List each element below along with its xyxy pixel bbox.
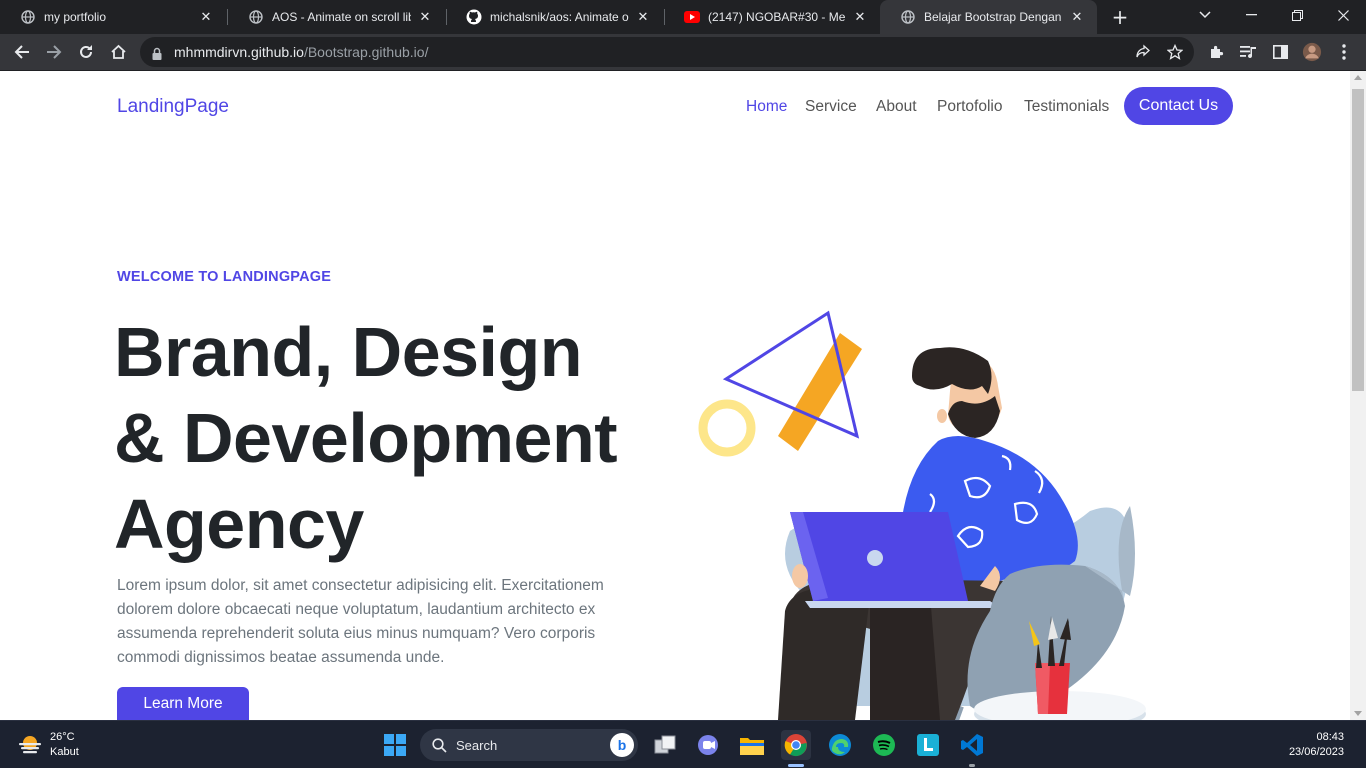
weather-temperature: 26°C — [50, 731, 75, 743]
share-icon[interactable] — [1134, 43, 1152, 61]
address-bar[interactable]: mhmmdirvn.github.io/Bootstrap.github.io/ — [140, 37, 1194, 67]
fog-sun-icon — [19, 736, 41, 754]
search-label: Search — [456, 737, 498, 753]
browser-toolbar: mhmmdirvn.github.io/Bootstrap.github.io/ — [0, 34, 1366, 71]
tab-aos-library[interactable]: AOS - Animate on scroll library ✕ — [228, 0, 445, 34]
tab-search-chevron-icon[interactable] — [1182, 0, 1228, 30]
contact-us-button[interactable]: Contact Us — [1124, 87, 1233, 125]
vscode-running-indicator — [969, 764, 975, 767]
minimize-button[interactable] — [1228, 0, 1274, 30]
nav-link-testimonials[interactable]: Testimonials — [1024, 98, 1109, 116]
extensions-puzzle-icon[interactable] — [1206, 42, 1226, 62]
teams-chat-icon[interactable] — [693, 730, 723, 760]
more-menu-icon[interactable] — [1334, 42, 1354, 62]
file-explorer-icon[interactable] — [737, 730, 767, 760]
url-text[interactable]: mhmmdirvn.github.io/Bootstrap.github.io/ — [174, 44, 428, 60]
system-clock[interactable]: 08:43 23/06/2023 — [1289, 730, 1344, 760]
nav-link-about[interactable]: About — [876, 98, 917, 116]
close-tab-icon[interactable]: ✕ — [852, 9, 868, 25]
close-window-button[interactable] — [1320, 0, 1366, 30]
task-view-icon[interactable] — [650, 730, 680, 760]
weather-widget[interactable]: 26°C Kabut — [18, 730, 79, 760]
weather-description: Kabut — [50, 746, 79, 758]
scrollbar-thumb[interactable] — [1352, 89, 1364, 391]
browser-tab-strip: my portfolio ✕ AOS - Animate on scroll l… — [0, 0, 1366, 34]
tab-title: AOS - Animate on scroll library — [272, 10, 411, 24]
new-tab-button[interactable]: + — [1108, 5, 1132, 29]
close-tab-icon[interactable]: ✕ — [198, 9, 214, 25]
page-scrollbar[interactable] — [1350, 71, 1366, 720]
search-icon — [432, 737, 447, 753]
tab-belajar-bootstrap[interactable]: Belajar Bootstrap Dengan Studi Kasus ✕ — [880, 0, 1097, 34]
decor-ring — [698, 399, 756, 457]
windows-taskbar: 26°C Kabut Search b 08:43 23/06/2023 — [0, 720, 1366, 768]
windows-start-button[interactable] — [380, 730, 410, 760]
close-tab-icon[interactable]: ✕ — [417, 9, 433, 25]
arrow-left-icon — [14, 45, 29, 59]
edge-icon[interactable] — [825, 730, 855, 760]
profile-avatar-icon[interactable] — [1302, 42, 1322, 62]
tab-title: (2147) NGOBAR#30 - Membuat — [708, 10, 846, 24]
scroll-up-icon[interactable] — [1354, 75, 1362, 80]
nav-link-portofolio[interactable]: Portofolio — [937, 98, 1002, 116]
hero-description: Lorem ipsum dolor, sit amet consectetur … — [117, 577, 604, 666]
restore-button[interactable] — [1274, 0, 1320, 30]
web-page-viewport: LandingPage Home Service About Portofoli… — [0, 71, 1350, 720]
nav-link-service[interactable]: Service — [805, 98, 857, 116]
side-panel-icon[interactable] — [1270, 42, 1290, 62]
tab-title: michalsnik/aos: Animate on scroll librar… — [490, 10, 629, 24]
spotify-icon[interactable] — [869, 730, 899, 760]
windows-logo-icon — [384, 734, 406, 756]
reload-icon — [80, 45, 92, 58]
url-path: /Bootstrap.github.io/ — [303, 44, 429, 60]
url-host: mhmmdirvn.github.io — [174, 44, 304, 60]
headline-line: Agency — [114, 485, 364, 563]
close-tab-icon[interactable]: ✕ — [635, 9, 651, 25]
headline-line: Brand, Design — [114, 313, 583, 391]
home-icon — [110, 44, 126, 59]
bookmark-star-icon[interactable] — [1166, 43, 1184, 61]
hero-headline: Brand, Design & Development Agency — [114, 309, 694, 567]
taskbar-search-box[interactable]: Search b — [420, 729, 638, 761]
youtube-icon — [684, 9, 700, 25]
lock-icon[interactable] — [152, 45, 162, 64]
headline-line: & Development — [114, 399, 618, 477]
chrome-taskbar-icon[interactable] — [781, 730, 811, 760]
media-queue-icon[interactable] — [1238, 42, 1258, 62]
tab-title: my portfolio — [44, 10, 107, 24]
clock-time: 08:43 — [1316, 731, 1344, 743]
tab-my-portfolio[interactable]: my portfolio ✕ — [0, 0, 226, 34]
tab-youtube[interactable]: (2147) NGOBAR#30 - Membuat ✕ — [664, 0, 880, 34]
arrow-right-icon — [47, 45, 62, 59]
nav-link-home[interactable]: Home — [746, 98, 787, 116]
site-brand-link[interactable]: LandingPage — [117, 96, 229, 118]
chrome-running-indicator — [788, 764, 804, 767]
globe-icon — [900, 9, 916, 25]
laptop-base — [805, 601, 1000, 608]
vscode-icon[interactable] — [957, 730, 987, 760]
tab-github-aos[interactable]: michalsnik/aos: Animate on scroll librar… — [446, 0, 663, 34]
hero-eyebrow: WELCOME TO LANDINGPAGE — [117, 269, 332, 285]
tab-title: Belajar Bootstrap Dengan Studi Kasus — [924, 10, 1063, 24]
github-icon — [466, 9, 482, 25]
globe-icon — [248, 9, 264, 25]
forward-button[interactable] — [41, 39, 67, 65]
globe-icon — [20, 9, 36, 25]
scroll-down-icon[interactable] — [1354, 711, 1362, 716]
bing-icon[interactable]: b — [610, 733, 634, 757]
reload-button[interactable] — [73, 39, 99, 65]
hero-illustration — [698, 310, 1146, 720]
clock-date: 23/06/2023 — [1288, 746, 1344, 758]
close-tab-icon[interactable]: ✕ — [1069, 9, 1085, 25]
laptop-logo — [867, 550, 883, 566]
l-app-icon[interactable] — [913, 730, 943, 760]
home-button[interactable] — [105, 39, 131, 65]
back-button[interactable] — [9, 39, 35, 65]
learn-more-button[interactable]: Learn More — [117, 687, 249, 720]
